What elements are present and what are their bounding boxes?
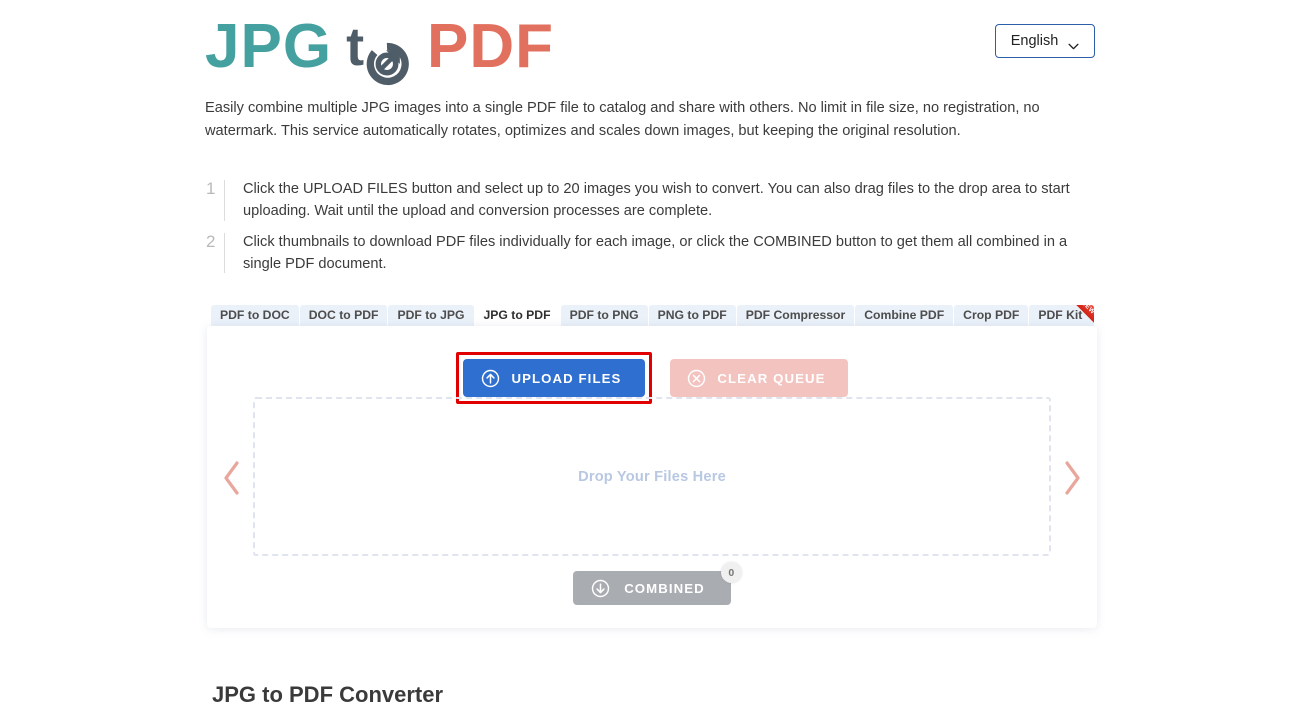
converter-tabs: PDF to DOC DOC to PDF PDF to JPG JPG to … (211, 305, 1095, 326)
combined-button-row: COMBINED 0 (207, 562, 1097, 605)
clear-queue-button-label: CLEAR QUEUE (717, 370, 826, 386)
list-item: 2 Click thumbnails to download PDF files… (205, 231, 1090, 276)
tab-pdf-to-png[interactable]: PDF to PNG (560, 305, 648, 326)
chevron-down-icon (1068, 38, 1079, 49)
logo-text-jpg: JPG (205, 12, 333, 81)
language-selector[interactable]: English (995, 24, 1095, 58)
logo-text-to: t (346, 17, 365, 77)
page-root: JPG t PDF English Easily combine multipl… (0, 0, 1300, 707)
instruction-steps: 1 Click the UPLOAD FILES button and sele… (205, 178, 1090, 283)
refresh-circular-arrow-icon (365, 31, 409, 86)
upload-files-button-label: UPLOAD FILES (511, 370, 622, 386)
dropzone-label: Drop Your Files Here (578, 468, 726, 485)
step-number: 2 (206, 231, 216, 251)
page-description: Easily combine multiple JPG images into … (205, 100, 1040, 139)
download-circle-arrow-icon (591, 579, 610, 598)
language-selector-value: English (1010, 33, 1059, 49)
bottom-section-heading: JPG to PDF Converter (212, 682, 444, 707)
tab-combine-pdf[interactable]: Combine PDF (855, 305, 954, 326)
step-number: 1 (206, 179, 216, 198)
upload-circle-arrow-icon (481, 369, 500, 388)
tab-pdf-compressor[interactable]: PDF Compressor (736, 305, 855, 326)
upload-files-button[interactable]: UPLOAD FILES (463, 359, 646, 397)
step-divider (224, 232, 225, 274)
step-divider (224, 180, 225, 221)
clear-queue-button[interactable]: CLEAR QUEUE (670, 359, 848, 397)
list-item: 1 Click the UPLOAD FILES button and sele… (205, 178, 1090, 223)
chevron-right-icon[interactable] (1057, 460, 1087, 496)
file-dropzone[interactable]: Drop Your Files Here (253, 397, 1051, 556)
tab-jpg-to-pdf[interactable]: JPG to PDF (474, 305, 560, 326)
combined-button-label: COMBINED (624, 580, 705, 596)
site-logo: JPG t PDF (205, 12, 555, 86)
logo-text-pdf: PDF (427, 12, 555, 81)
tab-pdf-to-jpg[interactable]: PDF to JPG (388, 305, 474, 326)
tab-pdf-to-doc[interactable]: PDF to DOC (211, 305, 299, 326)
step-text: Click thumbnails to download PDF files i… (243, 233, 1068, 272)
step-text: Click the UPLOAD FILES button and select… (243, 181, 1070, 220)
combined-count-badge: 0 (720, 562, 742, 583)
close-circle-icon (687, 369, 706, 388)
tab-png-to-pdf[interactable]: PNG to PDF (648, 305, 736, 326)
tab-pdf-kit-label: PDF Kit (1038, 308, 1083, 322)
tab-crop-pdf[interactable]: Crop PDF (954, 305, 1029, 326)
converter-card: UPLOAD FILES CLEAR QUEUE Drop Your Files… (207, 326, 1097, 628)
page-header: JPG t PDF English (205, 8, 1095, 88)
tab-pdf-kit[interactable]: PDF Kit NEW (1029, 305, 1094, 326)
tab-doc-to-pdf[interactable]: DOC to PDF (299, 305, 388, 326)
combined-button[interactable]: COMBINED 0 (573, 562, 742, 605)
chevron-left-icon[interactable] (217, 460, 247, 496)
